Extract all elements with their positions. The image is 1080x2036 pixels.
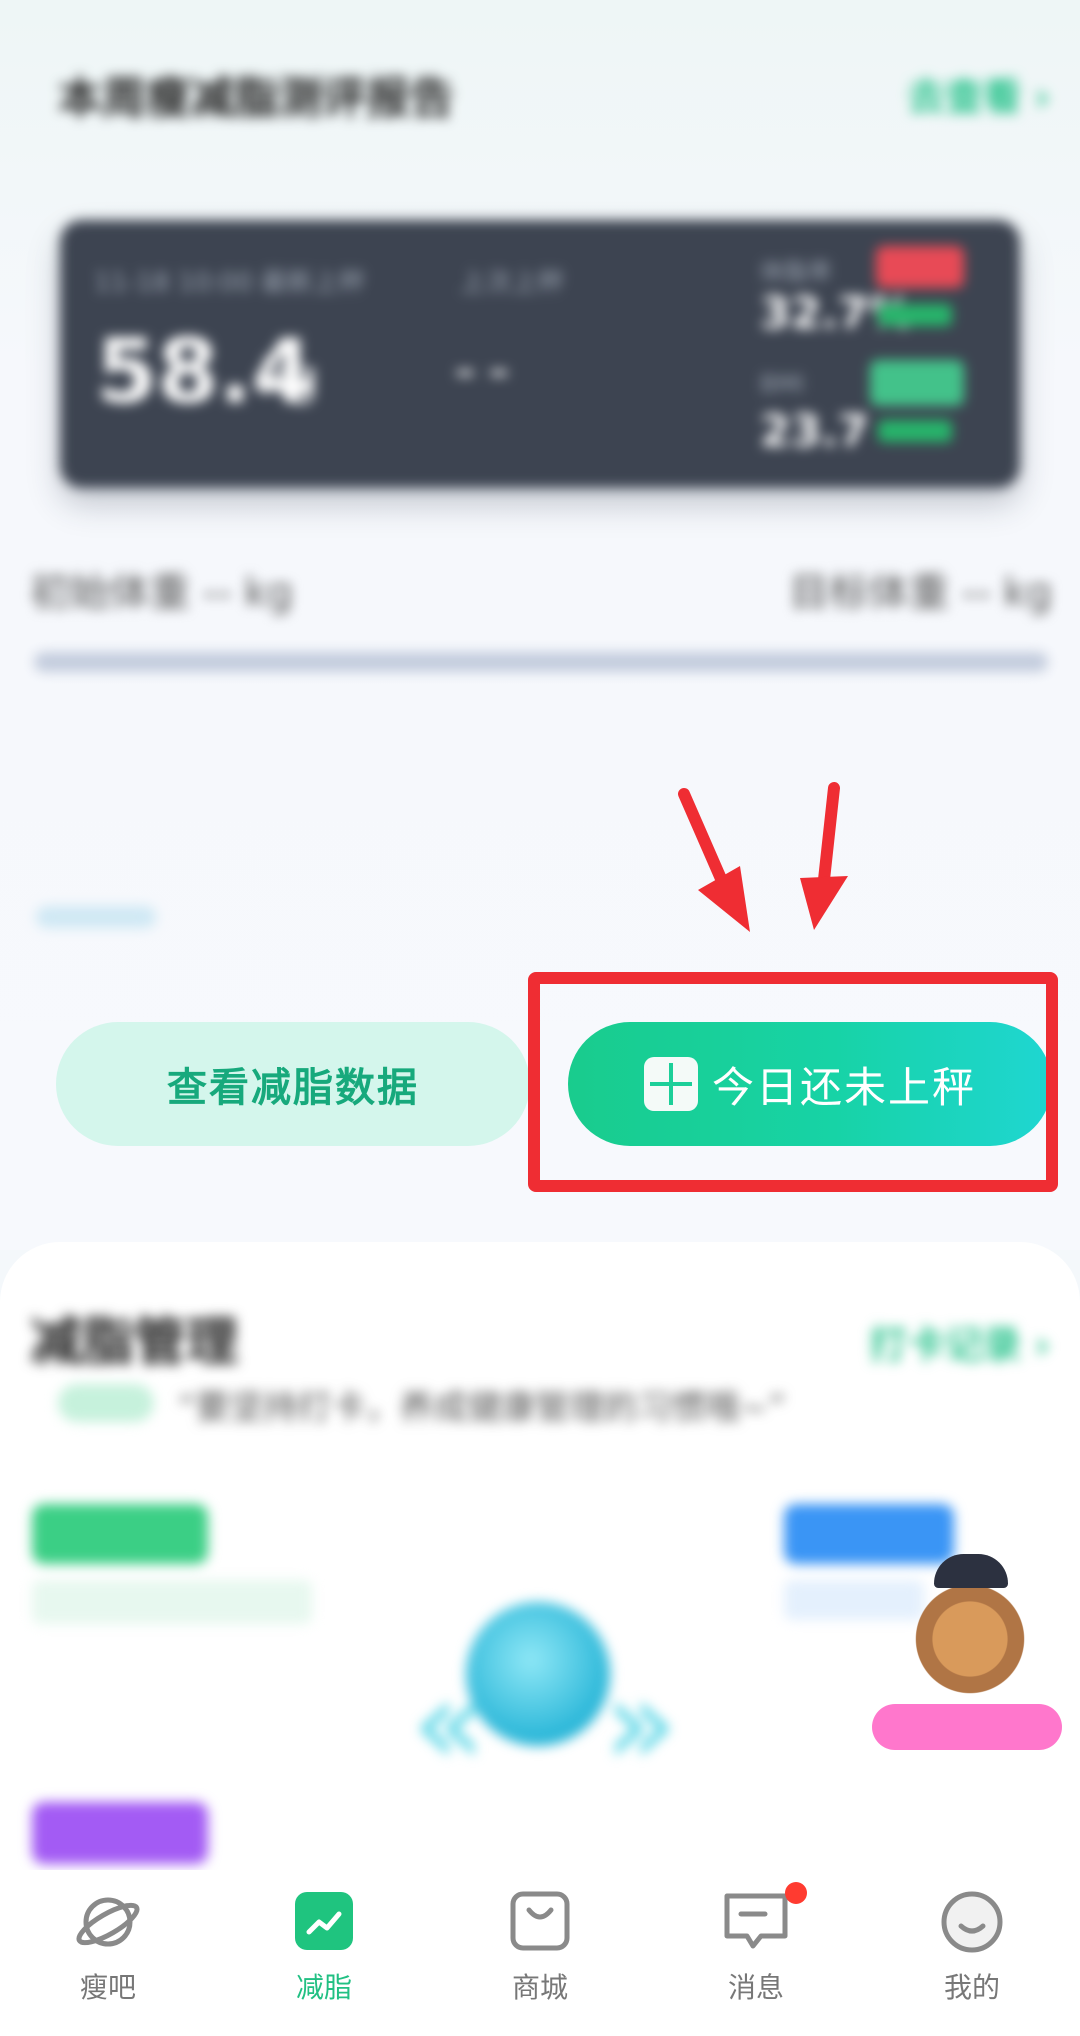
globe-illustration bbox=[466, 1602, 610, 1746]
management-title: 减脂管理 bbox=[30, 1313, 239, 1373]
tab-label: 我的 bbox=[943, 1971, 1000, 2004]
annotation-highlight-box bbox=[528, 972, 1058, 1192]
annotation-arrow-left bbox=[678, 788, 750, 932]
report-title: 本周瘦减脂测评报告 bbox=[58, 73, 454, 124]
initial-weight: 初始体重 -- kg bbox=[30, 570, 293, 616]
last-weigh-label: 上次上秤 bbox=[460, 268, 565, 298]
chevron-right-decoration: » bbox=[604, 1654, 678, 1793]
tab-mall[interactable]: 商城 bbox=[432, 1870, 648, 2036]
bmi-value: 23.7 bbox=[760, 406, 869, 457]
bmi-label: BMI bbox=[760, 370, 805, 398]
latest-weigh-label: 11-18 10:00 最新上秤 bbox=[94, 268, 366, 298]
tab-messages[interactable]: 消息 bbox=[648, 1870, 864, 2036]
tab-mine[interactable]: 我的 bbox=[864, 1870, 1080, 2036]
tab-fat-loss[interactable]: 减脂 bbox=[216, 1870, 432, 2036]
sleep-tag[interactable] bbox=[32, 1802, 208, 1864]
weight-unit: kg bbox=[260, 350, 319, 406]
mascot-hat bbox=[934, 1554, 1008, 1588]
unread-badge bbox=[785, 1882, 807, 1904]
body-fat-indicator bbox=[878, 304, 952, 326]
planet-icon bbox=[76, 1897, 140, 1947]
bmi-indicator bbox=[878, 420, 952, 442]
weight-card[interactable]: 11-18 10:00 最新上秤 上次上秤 58.4 kg – – 体脂率 32… bbox=[60, 220, 1020, 488]
trend-icon bbox=[295, 1892, 353, 1950]
diet-tag-detail bbox=[32, 1580, 312, 1624]
tab-label: 瘦吧 bbox=[79, 1971, 136, 2004]
tab-label: 消息 bbox=[727, 1971, 784, 2004]
checkin-record-link[interactable]: 打卡记录 › bbox=[869, 1314, 1050, 1369]
tab-shouba[interactable]: 瘦吧 bbox=[0, 1870, 216, 2036]
chevron-left-decoration: « bbox=[412, 1654, 486, 1793]
last-weight-value: – – bbox=[455, 348, 509, 394]
message-icon-wrap bbox=[721, 1882, 807, 1954]
smile-icon bbox=[941, 1891, 1003, 1953]
view-fat-loss-data-button[interactable]: 查看减脂数据 bbox=[56, 1022, 530, 1146]
exercise-tag-detail bbox=[784, 1580, 924, 1620]
tips-badge bbox=[58, 1384, 154, 1422]
mascot-label[interactable] bbox=[872, 1704, 1062, 1750]
exercise-tag[interactable] bbox=[784, 1504, 954, 1564]
diet-tag[interactable] bbox=[32, 1504, 208, 1564]
target-weight: 目标体重 -- kg bbox=[789, 570, 1052, 616]
shopping-bag-icon bbox=[510, 1891, 570, 1951]
bottom-tab-bar: 瘦吧 减脂 商城 消息 我的 bbox=[0, 1870, 1080, 2036]
weight-progress-bar bbox=[34, 652, 1048, 672]
report-view-link[interactable]: 去查看 › bbox=[907, 66, 1050, 121]
message-icon bbox=[724, 1893, 788, 1949]
body-fat-status-badge bbox=[876, 246, 964, 288]
annotation-arrow-right bbox=[800, 782, 848, 930]
tips-text: “要坚持打卡，养成健康管理的习惯哦~” bbox=[178, 1388, 786, 1428]
body-fat-label: 体脂率 bbox=[760, 258, 832, 286]
tab-label: 减脂 bbox=[295, 1971, 352, 2004]
tab-label: 商城 bbox=[511, 1971, 568, 2004]
bmi-status-badge bbox=[870, 360, 964, 406]
fat-loss-management-section: 减脂管理 打卡记录 › “要坚持打卡，养成健康管理的习惯哦~” « » bbox=[0, 1242, 1080, 1882]
progress-marker bbox=[36, 906, 156, 928]
